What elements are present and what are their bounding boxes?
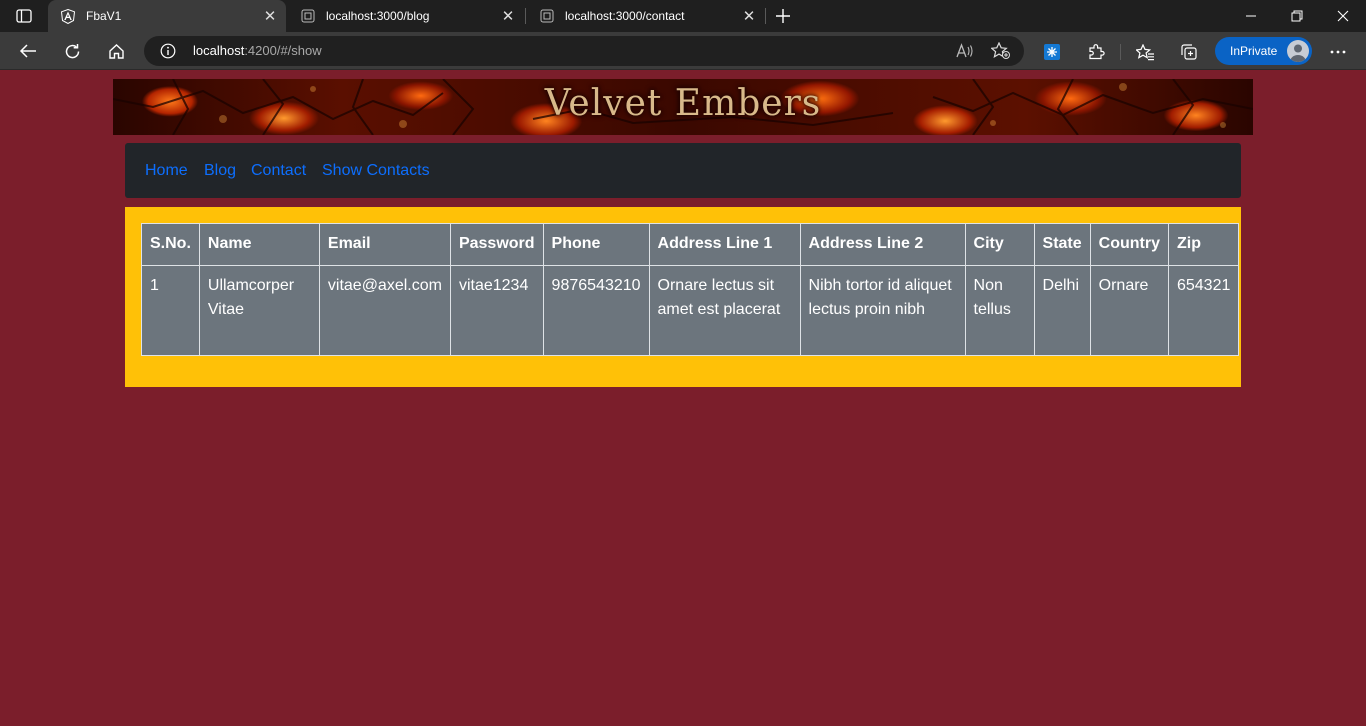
- column-header-name: Name: [198, 223, 320, 266]
- tab-divider: [525, 8, 526, 24]
- tab-actions-icon[interactable]: [10, 6, 38, 26]
- tab-fbav1[interactable]: FbaV1 ✕: [48, 0, 286, 32]
- tab-strip: FbaV1 ✕ localhost:3000/blog ✕ localhost:…: [0, 0, 1366, 32]
- navbar: Home Blog Contact Show Contacts: [125, 143, 1241, 198]
- inprivate-button[interactable]: InPrivate: [1215, 37, 1312, 65]
- cell-address-line-2: Nibh tortor id aliquet lectus proin nibh: [799, 265, 966, 356]
- tab-title: localhost:3000/blog: [326, 9, 430, 23]
- url-path: :4200/#/show: [244, 43, 322, 58]
- close-window-icon[interactable]: [1320, 0, 1366, 32]
- restore-icon[interactable]: [1274, 0, 1320, 32]
- nav-link-show-contacts[interactable]: Show Contacts: [322, 162, 430, 180]
- tab-contact[interactable]: localhost:3000/contact ✕: [527, 0, 765, 32]
- table-header-row: S.No. Name Email Password Phone Address …: [141, 223, 1240, 266]
- column-header-address-line-2: Address Line 2: [799, 223, 966, 266]
- home-icon[interactable]: [101, 37, 131, 65]
- cell-email: vitae@axel.com: [318, 265, 451, 356]
- back-arrow-icon[interactable]: [13, 37, 43, 65]
- nav-link-contact[interactable]: Contact: [251, 162, 306, 180]
- close-tab-icon[interactable]: ✕: [498, 6, 518, 26]
- site-title: Velvet Embers: [544, 83, 822, 124]
- column-header-state: State: [1033, 223, 1091, 266]
- close-tab-icon[interactable]: ✕: [260, 6, 280, 26]
- nav-link-home[interactable]: Home: [145, 162, 188, 180]
- cell-zip: 654321: [1167, 265, 1240, 356]
- header-banner: Velvet Embers: [113, 79, 1253, 135]
- cell-state: Delhi: [1033, 265, 1091, 356]
- tab-title: FbaV1: [86, 9, 122, 23]
- minimize-icon[interactable]: [1228, 0, 1274, 32]
- contacts-panel: S.No. Name Email Password Phone Address …: [125, 207, 1241, 387]
- browser-toolbar: localhost:4200/#/show InPrivate: [0, 32, 1366, 70]
- inprivate-label: InPrivate: [1230, 44, 1278, 58]
- column-header-zip: Zip: [1167, 223, 1240, 266]
- more-options-icon[interactable]: [1326, 41, 1350, 63]
- extensions-icon[interactable]: [1085, 41, 1107, 63]
- favorites-icon[interactable]: [1134, 41, 1156, 63]
- column-header-country: Country: [1089, 223, 1169, 266]
- site-info-icon[interactable]: [160, 43, 176, 59]
- tab-blog[interactable]: localhost:3000/blog ✕: [288, 0, 524, 32]
- angular-icon: [60, 8, 76, 24]
- read-aloud-icon[interactable]: [954, 41, 976, 61]
- column-header-address-line-1: Address Line 1: [648, 223, 801, 266]
- column-header-sno: S.No.: [141, 223, 200, 266]
- add-favorite-icon[interactable]: [990, 41, 1012, 61]
- column-header-email: Email: [318, 223, 451, 266]
- cell-sno: 1: [141, 265, 200, 356]
- cell-name: Ullamcorper Vitae: [198, 265, 320, 356]
- tab-title: localhost:3000/contact: [565, 9, 685, 23]
- cell-password: vitae1234: [449, 265, 544, 356]
- url-text[interactable]: localhost:4200/#/show: [193, 43, 322, 58]
- column-header-phone: Phone: [542, 223, 650, 266]
- column-header-password: Password: [449, 223, 544, 266]
- collections-icon[interactable]: [1178, 41, 1200, 63]
- contacts-table: S.No. Name Email Password Phone Address …: [141, 223, 1240, 356]
- toolbar-divider: [1120, 44, 1121, 60]
- new-tab-icon[interactable]: [772, 5, 794, 27]
- column-header-city: City: [964, 223, 1035, 266]
- url-host: localhost: [193, 43, 245, 58]
- extension-blue-icon[interactable]: [1041, 41, 1063, 63]
- address-bar[interactable]: localhost:4200/#/show: [144, 36, 1024, 66]
- cell-country: Ornare: [1089, 265, 1169, 356]
- cell-city: Non tellus: [964, 265, 1035, 356]
- page-icon: [300, 8, 316, 24]
- refresh-icon[interactable]: [57, 37, 87, 65]
- cell-phone: 9876543210: [542, 265, 650, 356]
- cell-address-line-1: Ornare lectus sit amet est placerat: [648, 265, 801, 356]
- page-icon: [539, 8, 555, 24]
- nav-link-blog[interactable]: Blog: [204, 162, 236, 180]
- tab-divider: [765, 8, 766, 24]
- profile-avatar-icon: [1287, 40, 1309, 62]
- table-row: 1 Ullamcorper Vitae vitae@axel.com vitae…: [141, 265, 1240, 356]
- close-tab-icon[interactable]: ✕: [739, 6, 759, 26]
